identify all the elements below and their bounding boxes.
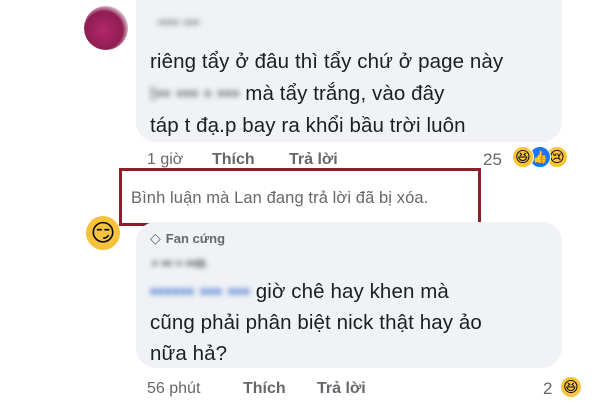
comment-text-line: t▪▪ ▪▪▪ ▪ ▪▪▪ mà tẩy trắng, vào đây xyxy=(150,78,560,110)
comment-text-line: riêng tẩy ở đâu thì tẩy chứ ở page này xyxy=(150,50,504,73)
reaction-count[interactable]: 2 xyxy=(543,379,552,399)
avatar[interactable]: 😏 xyxy=(86,216,120,250)
comment-author[interactable]: ▪▪▪▪ ▪▪▪ xyxy=(158,14,199,31)
blurred-tag[interactable]: ▪▪▪▪▪▪ ▪▪▪ ▪▪▪ xyxy=(150,280,250,303)
comment-text-fragment: mà tẩy trắng, vào đây xyxy=(245,82,445,105)
comment-timestamp[interactable]: 1 giờ xyxy=(147,151,183,169)
haha-reaction-icon[interactable]: 😆 xyxy=(560,376,582,398)
comment-timestamp[interactable]: 56 phút xyxy=(147,380,200,398)
like-button[interactable]: Thích xyxy=(212,151,255,168)
diamond-icon: ◇ xyxy=(150,230,161,246)
comment-text-line: ▪▪▪▪▪▪ ▪▪▪ ▪▪▪ giờ chê hay khen mà xyxy=(150,276,560,308)
deleted-comment-notice: Bình luận mà Lan đang trả lời đã bị xóa. xyxy=(131,189,429,207)
fan-badge[interactable]: ◇ Fan cứng xyxy=(150,230,225,247)
blurred-text: t▪▪ ▪▪▪ ▪ ▪▪▪ xyxy=(150,82,240,105)
reply-button[interactable]: Trả lời xyxy=(317,380,366,397)
comment-text-line: cũng phải phân biệt nick thật hay ảo xyxy=(150,311,482,334)
comment-author[interactable]: ▪ ▪▪ ▪ ▪▪n xyxy=(152,255,206,272)
fan-badge-label: Fan cứng xyxy=(165,231,226,246)
comment-text-line: táp t đạ.p bay ra khổi bầu trời luôn xyxy=(150,114,466,137)
comment-text-fragment: giờ chê hay khen mà xyxy=(255,280,449,303)
reaction-icons[interactable]: 😆 👍 😢 xyxy=(512,146,568,168)
haha-reaction-icon: 😆 xyxy=(512,146,534,168)
reaction-count[interactable]: 25 xyxy=(483,150,502,170)
comment-text-line: nữa hả? xyxy=(150,342,228,365)
reply-button[interactable]: Trả lời xyxy=(289,151,338,168)
like-button[interactable]: Thích xyxy=(243,380,286,397)
avatar[interactable] xyxy=(84,6,128,50)
